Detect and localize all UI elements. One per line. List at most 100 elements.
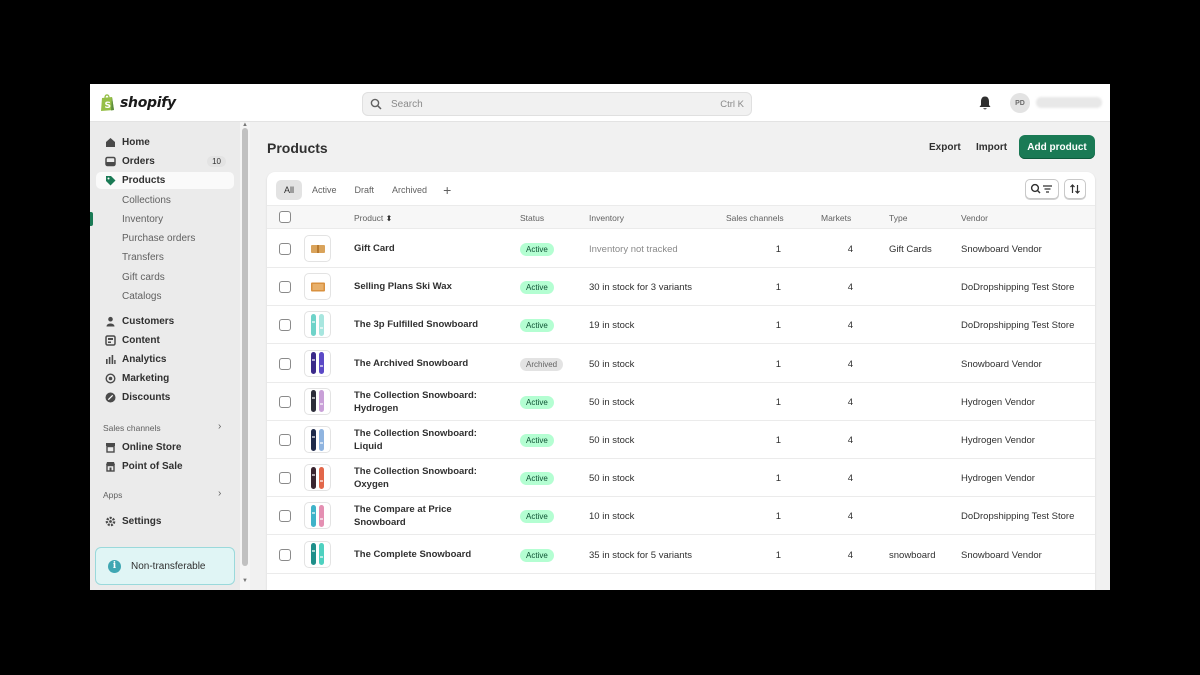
shopify-logo[interactable]: S shopify xyxy=(100,93,176,112)
sort-button[interactable] xyxy=(1064,179,1086,199)
sales-channels-cell: 1 xyxy=(775,473,781,485)
table-row[interactable]: The Collection Snowboard: Hydrogen Active… xyxy=(267,383,1095,421)
row-checkbox[interactable] xyxy=(279,357,291,370)
vendor-cell: Hydrogen Vendor xyxy=(961,396,1035,408)
table-row[interactable]: Selling Plans Ski Wax Active 30 in stock f… xyxy=(267,268,1095,307)
tab-archived[interactable]: Archived xyxy=(384,180,435,200)
product-thumbnail[interactable] xyxy=(304,426,331,453)
table-row[interactable]: The Compare at Price Snowboard Active 10 i… xyxy=(267,497,1095,536)
store-name-redacted[interactable] xyxy=(1036,97,1102,108)
table-row[interactable]: The Complete Snowboard Active 35 in stock … xyxy=(267,536,1095,574)
table-row[interactable]: The Collection Snowboard: Oxygen Active 50… xyxy=(267,459,1095,498)
pos-icon xyxy=(104,461,116,473)
product-thumbnail[interactable] xyxy=(304,311,331,339)
product-name-link[interactable]: The Collection Snowboard: Liquid xyxy=(354,427,484,453)
chevron-right-icon[interactable]: › xyxy=(218,488,221,499)
row-checkbox[interactable] xyxy=(279,281,291,294)
product-name-link[interactable]: The 3p Fulfilled Snowboard xyxy=(354,318,484,331)
sidebar-item-purchase-orders[interactable]: Purchase orders xyxy=(122,233,195,244)
vendor-cell: DoDropshipping Test Store xyxy=(961,320,1075,332)
sidebar-item-inventory[interactable]: Inventory xyxy=(122,214,163,225)
sales-channels-cell: 1 xyxy=(775,435,781,446)
vendor-cell: Snowboard Vendor xyxy=(961,549,1042,561)
column-header-product[interactable]: Product ⬍ xyxy=(354,213,392,223)
sidebar-item-gift-cards[interactable]: Gift cards xyxy=(122,272,165,283)
apps-heading[interactable]: Apps xyxy=(103,490,122,500)
product-thumbnail[interactable] xyxy=(304,502,331,530)
vendor-cell: Hydrogen Vendor xyxy=(961,435,1035,446)
product-name-link[interactable]: The Compare at Price Snowboard xyxy=(354,503,484,529)
products-table-card: All Active Draft Archived + Product ⬍ St… xyxy=(267,172,1095,590)
sidebar-item-catalogs[interactable]: Catalogs xyxy=(122,291,161,302)
non-transferable-banner[interactable]: i Non-transferable xyxy=(95,547,235,585)
product-thumbnail[interactable] xyxy=(304,349,331,377)
column-header-sales-channels: Sales channels xyxy=(726,213,784,223)
chevron-right-icon[interactable]: › xyxy=(218,421,221,432)
row-checkbox[interactable] xyxy=(279,319,291,332)
scrollbar-thumb[interactable] xyxy=(242,128,248,566)
search-filter-button[interactable] xyxy=(1025,179,1059,199)
add-product-button[interactable]: Add product xyxy=(1019,135,1095,159)
sidebar-item-content[interactable]: Content xyxy=(96,332,234,349)
vendor-cell: DoDropshipping Test Store xyxy=(961,511,1075,523)
product-name-link[interactable]: Gift Card xyxy=(354,242,484,255)
sidebar-item-label: Settings xyxy=(122,516,162,527)
notification-bell-icon[interactable] xyxy=(978,95,992,111)
sidebar-item-marketing[interactable]: Marketing xyxy=(96,370,234,387)
tab-draft[interactable]: Draft xyxy=(347,180,383,200)
row-checkbox[interactable] xyxy=(279,472,291,485)
product-name-link[interactable]: The Collection Snowboard: Oxygen xyxy=(354,465,484,491)
sales-channels-heading[interactable]: Sales channels xyxy=(103,423,161,433)
product-name-link[interactable]: The Complete Snowboard xyxy=(354,548,484,561)
table-row[interactable]: Gift Card Active Inventory not tracked 1 4 Gi… xyxy=(267,230,1095,268)
avatar[interactable]: PD xyxy=(1010,93,1030,113)
row-checkbox[interactable] xyxy=(279,510,291,523)
status-badge: Active xyxy=(520,510,554,524)
store-icon xyxy=(104,442,116,454)
markets-cell: 4 xyxy=(847,320,853,332)
scroll-down-arrow-icon[interactable]: ▼ xyxy=(242,578,248,584)
product-name-link[interactable]: Selling Plans Ski Wax xyxy=(354,280,484,293)
table-row[interactable]: The 3p Fulfilled Snowboard Active 19 in st… xyxy=(267,306,1095,345)
sidebar-item-products[interactable]: Products xyxy=(96,172,234,189)
select-all-checkbox[interactable] xyxy=(279,211,291,223)
add-view-plus-icon[interactable]: + xyxy=(437,182,457,198)
orders-count-badge: 10 xyxy=(207,156,226,167)
sidebar-item-analytics[interactable]: Analytics xyxy=(96,351,234,368)
product-thumbnail[interactable] xyxy=(304,387,331,415)
row-checkbox[interactable] xyxy=(279,395,291,408)
table-row[interactable]: The Collection Snowboard: Liquid Active 50… xyxy=(267,421,1095,459)
sidebar-item-transfers[interactable]: Transfers xyxy=(122,252,164,263)
row-checkbox[interactable] xyxy=(279,434,291,446)
inventory-cell: 50 in stock xyxy=(589,358,635,370)
table-row[interactable]: The Archived Snowboard Archived 50 in stoc… xyxy=(267,345,1095,383)
sidebar-item-label: Products xyxy=(122,175,166,186)
sidebar-item-customers[interactable]: Customers xyxy=(96,313,234,330)
tab-active[interactable]: Active xyxy=(304,180,345,200)
product-thumbnail[interactable] xyxy=(304,235,331,262)
tab-all[interactable]: All xyxy=(276,180,303,200)
sidebar-scrollbar[interactable]: ▲ ▼ xyxy=(240,122,250,590)
product-thumbnail[interactable] xyxy=(304,464,331,492)
sidebar-item-orders[interactable]: Orders 10 xyxy=(96,153,234,170)
sidebar-item-discounts[interactable]: Discounts xyxy=(96,389,234,406)
markets-cell: 4 xyxy=(847,244,853,255)
column-header-vendor: Vendor xyxy=(961,213,988,223)
search-bar[interactable]: Search Ctrl K xyxy=(362,92,752,116)
markets-cell: 4 xyxy=(847,396,853,408)
sidebar-item-online-store[interactable]: Online Store xyxy=(96,439,234,456)
sidebar-item-home[interactable]: Home xyxy=(96,134,234,151)
product-name-link[interactable]: The Collection Snowboard: Hydrogen xyxy=(354,389,484,415)
sidebar-item-settings[interactable]: Settings xyxy=(96,513,234,530)
sales-channels-cell: 1 xyxy=(775,320,781,332)
product-thumbnail[interactable] xyxy=(304,273,331,301)
row-checkbox[interactable] xyxy=(279,243,291,255)
row-checkbox[interactable] xyxy=(279,548,291,561)
import-button[interactable]: Import xyxy=(976,142,1007,153)
product-name-link[interactable]: The Archived Snowboard xyxy=(354,357,484,370)
product-thumbnail[interactable] xyxy=(304,540,331,568)
sidebar-item-point-of-sale[interactable]: Point of Sale xyxy=(96,458,234,475)
export-button[interactable]: Export xyxy=(929,142,961,153)
sidebar-item-collections[interactable]: Collections xyxy=(122,195,171,206)
info-icon: i xyxy=(108,559,121,573)
